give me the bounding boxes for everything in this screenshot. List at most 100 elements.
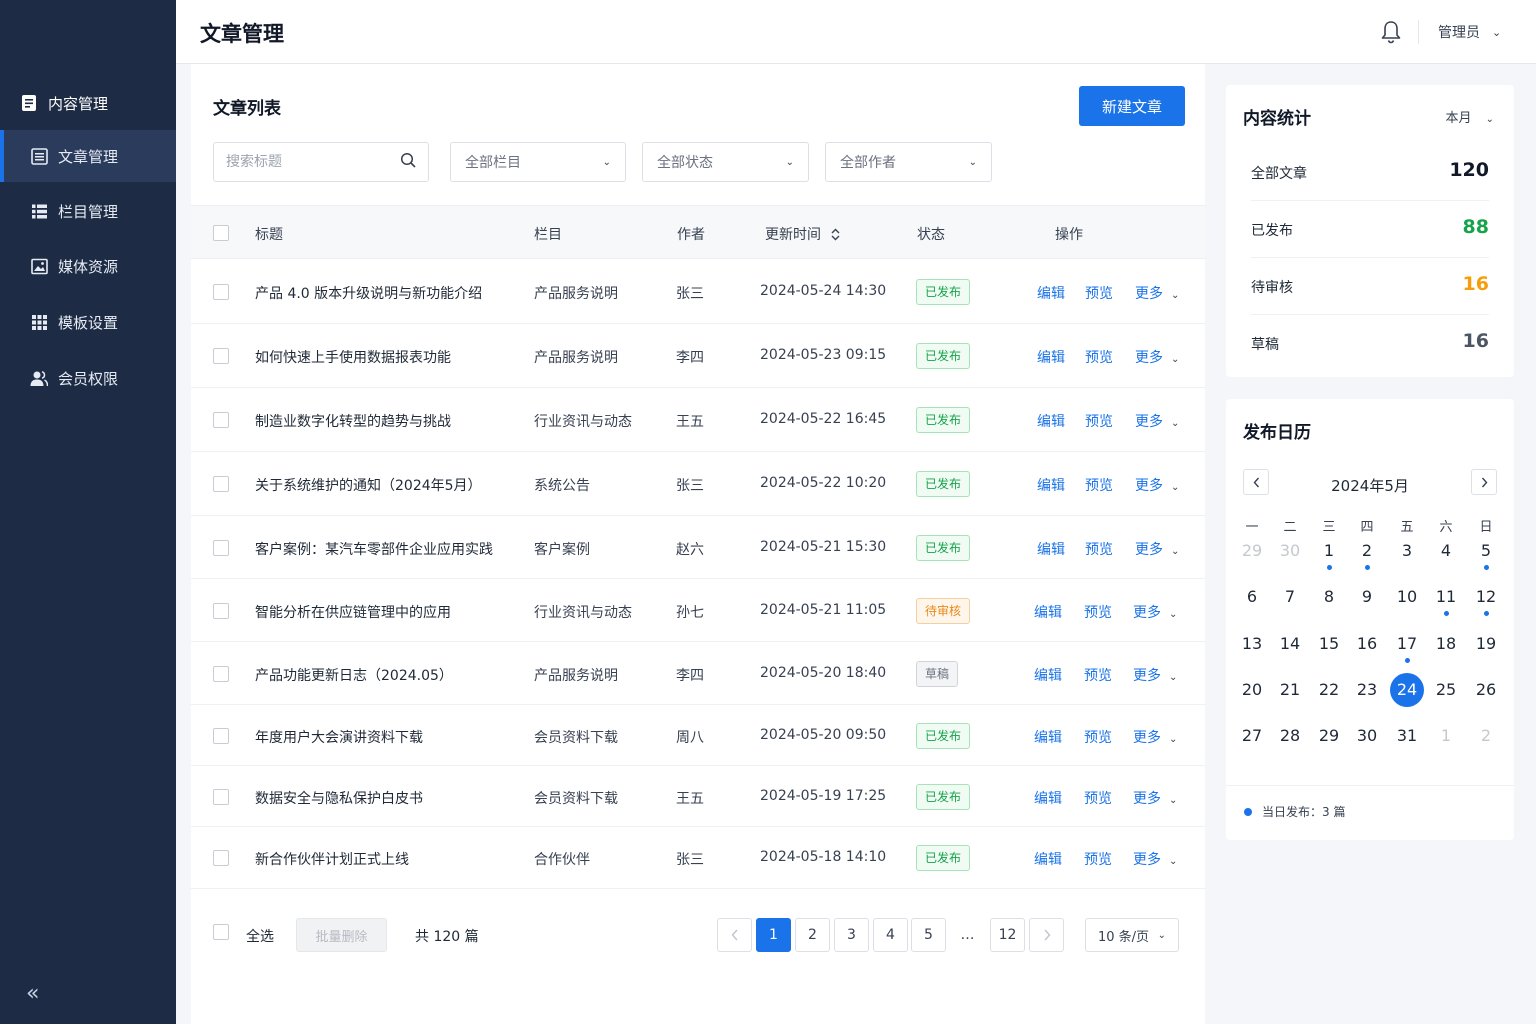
sidebar-item-media[interactable]: 媒体资源 [0, 240, 176, 292]
page-button[interactable]: 2 [795, 918, 830, 952]
calendar-day[interactable]: 11 [1429, 580, 1463, 614]
calendar-day[interactable]: 4 [1429, 534, 1463, 568]
next-page-button[interactable] [1029, 918, 1064, 952]
calendar-day[interactable]: 19 [1469, 627, 1503, 661]
row-title[interactable]: 产品 4.0 版本升级说明与新功能介绍 [255, 283, 482, 303]
row-checkbox[interactable] [213, 540, 229, 556]
row-title[interactable]: 关于系统维护的通知（2024年5月） [255, 475, 482, 495]
calendar-day[interactable]: 16 [1350, 627, 1384, 661]
next-month-button[interactable] [1471, 469, 1497, 495]
edit-link[interactable]: 编辑 [1034, 602, 1062, 622]
row-title[interactable]: 客户案例：某汽车零部件企业应用实践 [255, 539, 493, 559]
more-menu[interactable]: 更多 ⌄ [1133, 727, 1177, 747]
row-title[interactable]: 制造业数字化转型的趋势与挑战 [255, 411, 451, 431]
status-filter-select[interactable]: 全部状态 ⌄ [642, 142, 809, 182]
row-checkbox[interactable] [213, 850, 229, 866]
calendar-day[interactable]: 31 [1390, 719, 1424, 753]
edit-link[interactable]: 编辑 [1037, 283, 1065, 303]
sidebar-item-articles[interactable]: 文章管理 [0, 130, 176, 182]
sidebar-item-templates[interactable]: 模板设置 [0, 296, 176, 348]
column-updated[interactable]: 更新时间 [765, 224, 840, 244]
preview-link[interactable]: 预览 [1085, 475, 1113, 495]
calendar-day[interactable]: 14 [1273, 627, 1307, 661]
edit-link[interactable]: 编辑 [1034, 788, 1062, 808]
category-filter-select[interactable]: 全部栏目 ⌄ [450, 142, 626, 182]
select-all-label[interactable]: 全选 [246, 926, 274, 946]
edit-link[interactable]: 编辑 [1034, 849, 1062, 869]
calendar-day[interactable]: 24 [1390, 673, 1424, 707]
row-checkbox[interactable] [213, 603, 229, 619]
calendar-day[interactable]: 13 [1235, 627, 1269, 661]
new-article-button[interactable]: 新建文章 [1079, 86, 1185, 126]
calendar-day[interactable]: 30 [1350, 719, 1384, 753]
calendar-day[interactable]: 3 [1390, 534, 1424, 568]
page-button[interactable]: 5 [911, 918, 946, 952]
sort-icon[interactable] [831, 228, 840, 241]
calendar-day[interactable]: 28 [1273, 719, 1307, 753]
row-checkbox[interactable] [213, 412, 229, 428]
edit-link[interactable]: 编辑 [1037, 347, 1065, 367]
calendar-day[interactable]: 2 [1469, 719, 1503, 753]
author-filter-select[interactable]: 全部作者 ⌄ [825, 142, 992, 182]
calendar-day[interactable]: 6 [1235, 580, 1269, 614]
search-input[interactable] [226, 154, 400, 170]
calendar-day[interactable]: 9 [1350, 580, 1384, 614]
page-button[interactable]: 3 [834, 918, 869, 952]
more-menu[interactable]: 更多 ⌄ [1135, 539, 1179, 559]
calendar-day[interactable]: 20 [1235, 673, 1269, 707]
period-select[interactable]: 本月 ⌄ [1445, 107, 1494, 126]
preview-link[interactable]: 预览 [1084, 849, 1112, 869]
page-size-select[interactable]: 10 条/页 ⌄ [1085, 918, 1179, 952]
row-checkbox[interactable] [213, 284, 229, 300]
edit-link[interactable]: 编辑 [1034, 727, 1062, 747]
preview-link[interactable]: 预览 [1085, 347, 1113, 367]
more-menu[interactable]: 更多 ⌄ [1135, 283, 1179, 303]
row-checkbox[interactable] [213, 348, 229, 364]
page-button[interactable]: 12 [990, 918, 1025, 952]
preview-link[interactable]: 预览 [1084, 727, 1112, 747]
calendar-day[interactable]: 27 [1235, 719, 1269, 753]
calendar-day[interactable]: 29 [1312, 719, 1346, 753]
calendar-day[interactable]: 30 [1273, 534, 1307, 568]
row-checkbox[interactable] [213, 666, 229, 682]
preview-link[interactable]: 预览 [1084, 788, 1112, 808]
select-all-checkbox[interactable] [213, 924, 229, 940]
row-title[interactable]: 年度用户大会演讲资料下载 [255, 727, 423, 747]
row-checkbox[interactable] [213, 728, 229, 744]
calendar-day[interactable]: 5 [1469, 534, 1503, 568]
calendar-day[interactable]: 1 [1312, 534, 1346, 568]
calendar-day[interactable]: 17 [1390, 627, 1424, 661]
preview-link[interactable]: 预览 [1084, 665, 1112, 685]
calendar-day[interactable]: 12 [1469, 580, 1503, 614]
more-menu[interactable]: 更多 ⌄ [1135, 475, 1179, 495]
calendar-day[interactable]: 22 [1312, 673, 1346, 707]
row-checkbox[interactable] [213, 476, 229, 492]
more-menu[interactable]: 更多 ⌄ [1135, 411, 1179, 431]
select-all-header-checkbox[interactable] [213, 225, 229, 241]
edit-link[interactable]: 编辑 [1034, 665, 1062, 685]
more-menu[interactable]: 更多 ⌄ [1133, 849, 1177, 869]
row-checkbox[interactable] [213, 789, 229, 805]
bell-icon[interactable] [1380, 20, 1402, 44]
calendar-day[interactable]: 7 [1273, 580, 1307, 614]
preview-link[interactable]: 预览 [1085, 539, 1113, 559]
user-menu[interactable]: 管理员 ⌄ [1438, 22, 1501, 42]
edit-link[interactable]: 编辑 [1037, 411, 1065, 431]
sidebar-item-columns[interactable]: 栏目管理 [0, 185, 176, 237]
more-menu[interactable]: 更多 ⌄ [1133, 788, 1177, 808]
preview-link[interactable]: 预览 [1084, 602, 1112, 622]
search-icon[interactable] [400, 152, 416, 172]
page-button[interactable]: 4 [873, 918, 908, 952]
row-title[interactable]: 数据安全与隐私保护白皮书 [255, 788, 423, 808]
calendar-day[interactable]: 10 [1390, 580, 1424, 614]
row-title[interactable]: 新合作伙伴计划正式上线 [255, 849, 409, 869]
calendar-day[interactable]: 2 [1350, 534, 1384, 568]
calendar-day[interactable]: 21 [1273, 673, 1307, 707]
more-menu[interactable]: 更多 ⌄ [1135, 347, 1179, 367]
edit-link[interactable]: 编辑 [1037, 475, 1065, 495]
prev-page-button[interactable] [717, 918, 752, 952]
edit-link[interactable]: 编辑 [1037, 539, 1065, 559]
batch-delete-button[interactable]: 批量删除 [296, 918, 387, 952]
calendar-day[interactable]: 15 [1312, 627, 1346, 661]
sidebar-group-content[interactable]: 内容管理 [0, 77, 176, 129]
